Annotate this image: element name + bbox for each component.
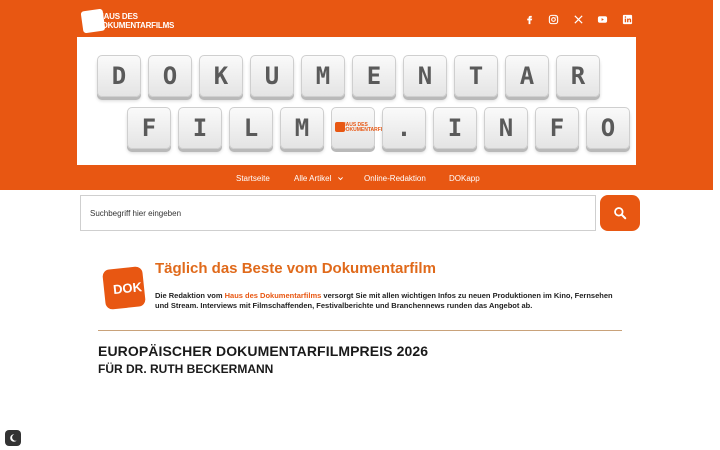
search-input[interactable]: [80, 195, 596, 231]
banner-key: U: [250, 55, 294, 97]
banner-key: D: [97, 55, 141, 97]
instagram-icon[interactable]: [547, 13, 559, 25]
nav-item-online-redaktion[interactable]: Online-Redaktion: [364, 174, 426, 183]
article-subtitle[interactable]: FÜR DR. RUTH BECKERMANN: [98, 362, 273, 376]
banner-key: I: [433, 107, 477, 149]
x-icon[interactable]: [572, 13, 584, 25]
search-icon: [614, 207, 627, 220]
divider: [98, 330, 622, 331]
dok-logo: DOK: [102, 266, 146, 310]
dark-mode-toggle[interactable]: [5, 430, 21, 446]
article-title[interactable]: EUROPÄISCHER DOKUMENTARFILMPREIS 2026: [98, 343, 428, 359]
banner-key: M: [280, 107, 324, 149]
nav-item-dokapp[interactable]: DOKapp: [449, 174, 480, 183]
site-logo[interactable]: HAUS DES DOKUMENTARFILMS: [80, 8, 174, 34]
banner-key: N: [403, 55, 447, 97]
banner-key: T: [454, 55, 498, 97]
facebook-icon[interactable]: [523, 13, 535, 25]
banner-key-logo: HAUS DES DOKUMENTARFILMS: [331, 107, 393, 149]
banner-key: L: [229, 107, 273, 149]
banner-key: F: [535, 107, 579, 149]
nav-item-startseite[interactable]: Startseite: [236, 174, 270, 183]
chevron-down-icon: [337, 177, 343, 181]
site-banner[interactable]: D O K U M E N T A R F I L M HAUS DES DOK…: [77, 37, 636, 165]
banner-key: F: [127, 107, 171, 149]
dok-logo-text: DOK: [112, 279, 143, 298]
search-button[interactable]: [600, 195, 640, 231]
nav-item-label: Alle Artikel: [294, 174, 332, 183]
banner-key: O: [586, 107, 630, 149]
banner-key: K: [199, 55, 243, 97]
banner-key: A: [505, 55, 549, 97]
nav-item-alle-artikel[interactable]: Alle Artikel: [294, 174, 344, 183]
logo-line-2: DOKUMENTARFILMS: [96, 21, 175, 30]
moon-icon: [10, 434, 17, 442]
banner-key-logo-text: HAUS DES DOKUMENTARFILMS: [342, 122, 393, 133]
youtube-icon[interactable]: [596, 13, 608, 25]
banner-key: O: [148, 55, 192, 97]
banner-key: N: [484, 107, 528, 149]
intro-text-before: Die Redaktion vom: [155, 291, 225, 300]
banner-key: M: [301, 55, 345, 97]
intro-text: Die Redaktion vom Haus des Dokumentarfil…: [155, 291, 615, 311]
banner-key: E: [352, 55, 396, 97]
logo-line-1: HAUS DES: [98, 12, 138, 21]
banner-key: R: [556, 55, 600, 97]
banner-key: I: [178, 107, 222, 149]
banner-key: .: [382, 107, 426, 149]
linkedin-icon[interactable]: [621, 13, 633, 25]
intro-headline: Täglich das Beste vom Dokumentarfilm: [155, 260, 436, 277]
haus-des-dokumentarfilms-link[interactable]: Haus des Dokumentarfilms: [225, 291, 322, 300]
